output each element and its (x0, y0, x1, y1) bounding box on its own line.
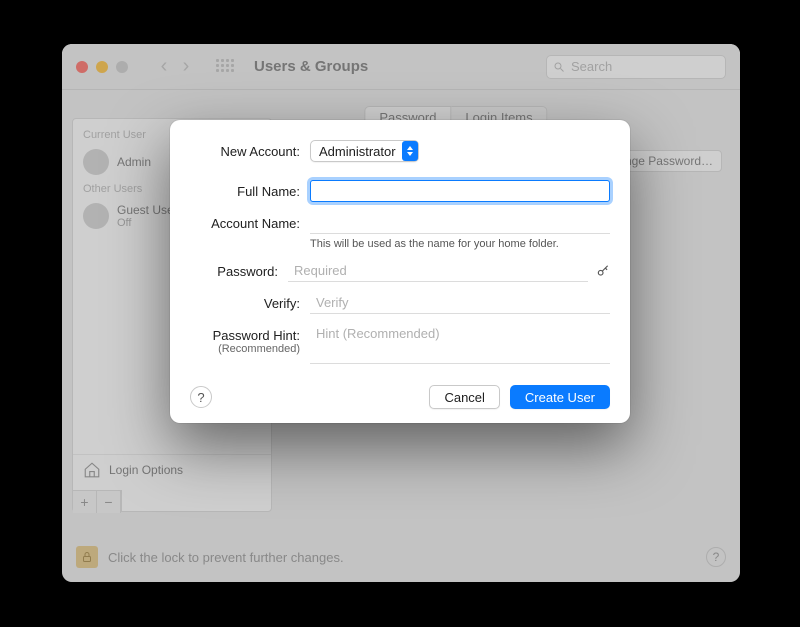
window-controls (76, 61, 128, 73)
avatar (83, 149, 109, 175)
add-user-button[interactable]: + (73, 491, 97, 513)
account-name-input[interactable] (310, 212, 610, 234)
row-verify: Verify: (190, 292, 610, 314)
verify-label: Verify: (190, 292, 310, 311)
search-placeholder-text: Search (571, 59, 612, 74)
password-label: Password: (190, 260, 288, 279)
account-name-label: Account Name: (190, 212, 310, 231)
key-icon[interactable] (596, 264, 610, 278)
sidebar-item-label: Guest User (117, 203, 178, 217)
row-password: Password: (190, 260, 610, 282)
row-password-hint: Password Hint: (Recommended) (190, 324, 610, 367)
close-window-button[interactable] (76, 61, 88, 73)
verify-input[interactable] (310, 292, 610, 314)
new-account-value: Administrator (319, 144, 396, 159)
password-hint-input[interactable] (310, 324, 610, 364)
lock-button[interactable] (76, 546, 98, 568)
row-new-account: New Account: Administrator (190, 140, 610, 162)
sheet-footer: ? Cancel Create User (190, 385, 610, 409)
login-options-row[interactable]: Login Options (73, 454, 271, 485)
add-remove-bar: + − (72, 490, 122, 512)
login-options-label: Login Options (109, 463, 183, 477)
create-user-button[interactable]: Create User (510, 385, 610, 409)
lock-text: Click the lock to prevent further change… (108, 550, 344, 565)
nav-arrows: ‹ › (154, 55, 196, 78)
sidebar-item-sublabel: Off (117, 217, 178, 229)
back-button[interactable]: ‹ (154, 55, 174, 78)
zoom-window-button[interactable] (116, 61, 128, 73)
search-icon (553, 61, 565, 73)
house-icon (83, 461, 101, 479)
password-hint-label: Password Hint: (Recommended) (190, 324, 310, 355)
search-field[interactable]: Search (546, 55, 726, 79)
lock-bar: Click the lock to prevent further change… (76, 542, 726, 572)
account-name-hint: This will be used as the name for your h… (310, 238, 610, 250)
password-hint-label-text: Password Hint: (213, 328, 300, 343)
password-input[interactable] (288, 260, 588, 282)
password-hint-sublabel: (Recommended) (190, 343, 300, 355)
titlebar: ‹ › Users & Groups Search (62, 44, 740, 90)
show-all-icon[interactable] (216, 59, 232, 75)
window-title: Users & Groups (254, 58, 368, 75)
row-account-name: Account Name: This will be used as the n… (190, 212, 610, 250)
sidebar-item-label: Admin (117, 155, 151, 169)
help-button[interactable]: ? (706, 547, 726, 567)
new-user-sheet: New Account: Administrator Full Name: Ac… (170, 120, 630, 423)
cancel-button[interactable]: Cancel (429, 385, 499, 409)
full-name-input[interactable] (310, 180, 610, 202)
row-full-name: Full Name: (190, 180, 610, 202)
new-account-label: New Account: (190, 140, 310, 159)
forward-button[interactable]: › (176, 55, 196, 78)
sheet-help-button[interactable]: ? (190, 386, 212, 408)
new-account-select[interactable]: Administrator (310, 140, 419, 162)
chevron-up-down-icon (402, 141, 418, 161)
remove-user-button[interactable]: − (97, 491, 121, 513)
lock-icon (81, 551, 93, 563)
avatar (83, 203, 109, 229)
full-name-label: Full Name: (190, 180, 310, 199)
minimize-window-button[interactable] (96, 61, 108, 73)
